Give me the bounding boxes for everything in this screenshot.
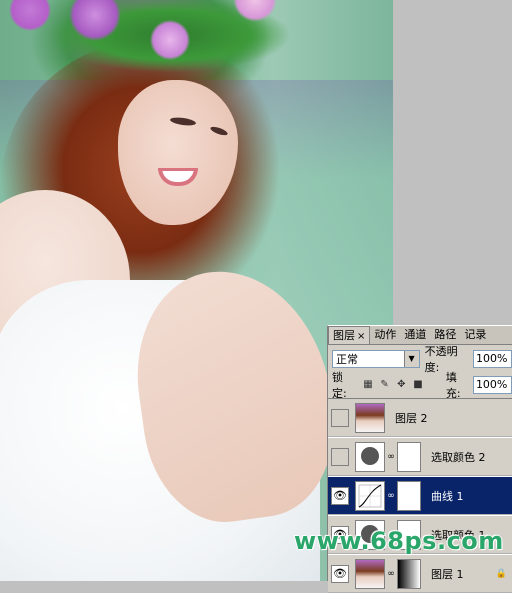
lock-icon: 🔒 xyxy=(495,568,507,579)
tab-label: 路径 xyxy=(434,328,457,341)
lock-transparency-icon[interactable]: ▦ xyxy=(362,379,374,391)
opacity-input[interactable]: 100% xyxy=(473,350,512,368)
lock-move-icon[interactable]: ✥ xyxy=(395,379,407,391)
fill-label: 填充: xyxy=(445,371,461,400)
tab-channels[interactable]: 通道 xyxy=(400,326,430,344)
tab-paths[interactable]: 路径 xyxy=(430,326,460,344)
layer-mask-thumbnail[interactable] xyxy=(397,441,421,472)
eye-icon[interactable]: 👁 xyxy=(331,564,349,583)
close-icon[interactable]: × xyxy=(357,331,365,342)
tab-label: 通道 xyxy=(404,328,427,341)
lock-brush-icon[interactable]: ✎ xyxy=(379,379,391,391)
tab-label: 图层 xyxy=(333,329,355,342)
layer-row-layer-1[interactable]: 👁 ∞ 图层 1 🔒 xyxy=(328,555,512,593)
eye-icon[interactable]: 👁 xyxy=(331,486,349,505)
layer-thumbnail xyxy=(355,558,385,589)
layer-name[interactable]: 图层 2 xyxy=(395,410,428,426)
blend-opacity-row: 正常 ▼ 不透明度: 100% xyxy=(332,345,512,374)
curves-icon xyxy=(355,480,385,511)
layer-name[interactable]: 曲线 1 xyxy=(431,488,464,504)
watermark-text: www.68ps.com xyxy=(294,527,504,555)
chevron-down-icon[interactable]: ▼ xyxy=(403,351,419,367)
tab-actions[interactable]: 动作 xyxy=(370,326,400,344)
chain-link-icon[interactable]: ∞ xyxy=(387,452,395,462)
adjustment-icon xyxy=(355,441,385,472)
flower-wreath xyxy=(0,0,320,90)
layer-name[interactable]: 选取颜色 2 xyxy=(431,449,486,465)
layer-row-layer-2[interactable]: 图层 2 xyxy=(328,399,512,437)
visibility-toggle[interactable] xyxy=(331,408,349,427)
layer-name[interactable]: 图层 1 xyxy=(431,566,464,582)
workspace-gray-area xyxy=(393,0,512,325)
layer-row-curves-1[interactable]: 👁 ∞ 曲线 1 xyxy=(328,477,512,515)
layer-mask-thumbnail[interactable] xyxy=(397,480,421,511)
lock-label: 锁定: xyxy=(332,371,347,400)
chain-link-icon[interactable]: ∞ xyxy=(387,569,395,579)
panel-tabs: 图层 × 动作 通道 路径 记录 xyxy=(328,326,512,345)
blend-mode-value: 正常 xyxy=(336,353,358,366)
blend-mode-select[interactable]: 正常 ▼ xyxy=(332,350,420,368)
layer-thumbnail xyxy=(355,402,385,433)
lock-all-icon[interactable]: ■ xyxy=(412,379,424,391)
tab-label: 记录 xyxy=(464,328,487,341)
chain-link-icon[interactable]: ∞ xyxy=(387,491,395,501)
layer-row-selective-color-2[interactable]: ∞ 选取颜色 2 xyxy=(328,438,512,476)
fill-input[interactable]: 100% xyxy=(472,376,512,394)
tab-label: 动作 xyxy=(374,328,397,341)
layer-mask-thumbnail[interactable] xyxy=(397,558,421,589)
lock-fill-row: 锁定: ▦ ✎ ✥ ■ 填充: 100% xyxy=(332,371,512,400)
tab-history[interactable]: 记录 xyxy=(460,326,490,344)
visibility-toggle[interactable] xyxy=(331,447,349,466)
tab-layers[interactable]: 图层 × xyxy=(328,326,371,344)
